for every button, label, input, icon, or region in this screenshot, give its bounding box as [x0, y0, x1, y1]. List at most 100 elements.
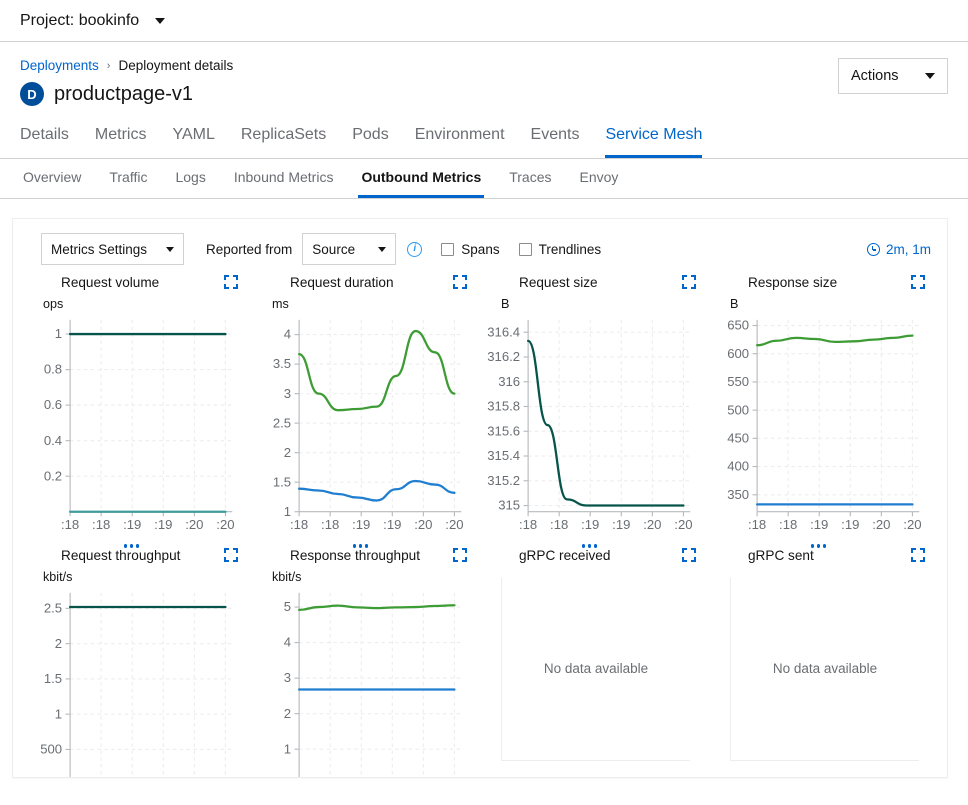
x-tick-label: :20	[414, 517, 432, 532]
y-tick-label: 2.5	[273, 415, 291, 430]
y-tick-label: 0.6	[44, 397, 62, 412]
chart-panel: Response throughputkbit/s12345:18:18:19:…	[252, 548, 481, 778]
y-tick-label: 315.6	[487, 423, 520, 438]
subtab-traffic[interactable]: Traffic	[106, 159, 150, 198]
chart-plot[interactable]: 50011.522.5:18:18:19:19:20:20	[29, 586, 246, 778]
chart-title: Response size	[748, 275, 837, 290]
chart-panel: Request durationms11.522.533.54:18:18:19…	[252, 275, 481, 548]
y-tick-label: 500	[727, 402, 749, 417]
x-tick-label: :20	[674, 517, 692, 532]
tab-yaml[interactable]: YAML	[172, 120, 214, 158]
spans-checkbox-box[interactable]	[441, 243, 454, 256]
subtab-overview[interactable]: Overview	[20, 159, 84, 198]
chart-plot[interactable]: 11.522.533.54:18:18:19:19:20:20	[258, 313, 475, 541]
y-tick-label: 315.2	[487, 473, 520, 488]
x-tick-label: :20	[445, 517, 463, 532]
expand-icon[interactable]	[224, 275, 238, 289]
y-tick-label: 2	[284, 706, 291, 721]
chart-title: Request size	[519, 275, 598, 290]
y-tick-label: 1	[55, 706, 62, 721]
chart-header: Response throughput	[258, 548, 475, 570]
x-tick-label: :19	[612, 517, 630, 532]
chart-header: Request duration	[258, 275, 475, 297]
expand-icon[interactable]	[682, 275, 696, 289]
no-data-placeholder: No data available	[501, 578, 690, 761]
tab-events[interactable]: Events	[531, 120, 580, 158]
actions-button[interactable]: Actions	[838, 58, 948, 94]
chart-panel: Request volumeops0.20.40.60.81:18:18:19:…	[23, 275, 252, 548]
info-circle-icon[interactable]: i	[407, 242, 422, 257]
x-tick-label: :18	[779, 517, 797, 532]
tab-pods[interactable]: Pods	[352, 120, 388, 158]
tab-replicasets[interactable]: ReplicaSets	[241, 120, 326, 158]
no-data-text: No data available	[544, 661, 648, 676]
reported-from-label: Reported from	[206, 242, 292, 257]
x-tick-label: :20	[185, 517, 203, 532]
x-tick-label: :20	[216, 517, 234, 532]
trendlines-checkbox-label: Trendlines	[539, 242, 602, 257]
x-tick-label: :18	[550, 517, 568, 532]
y-tick-label: 2	[55, 636, 62, 651]
no-data-placeholder: No data available	[730, 578, 919, 761]
time-range-selector[interactable]: 2m, 1m	[867, 242, 931, 257]
subtab-envoy[interactable]: Envoy	[577, 159, 622, 198]
project-selector-label[interactable]: Project: bookinfo	[20, 12, 139, 30]
chart-panel: Response sizeB350400450500550600650:18:1…	[710, 275, 939, 548]
time-range-label: 2m, 1m	[886, 242, 931, 257]
subtab-logs[interactable]: Logs	[172, 159, 208, 198]
y-tick-label: 2.5	[44, 600, 62, 615]
page-title: productpage-v1	[54, 83, 193, 106]
x-tick-label: :20	[643, 517, 661, 532]
spans-checkbox[interactable]: Spans	[441, 242, 499, 257]
chevron-down-icon[interactable]	[155, 18, 165, 24]
chart-header: Request volume	[29, 275, 246, 297]
chart-plot[interactable]: 350400450500550600650:18:18:19:19:20:20	[716, 313, 933, 541]
y-tick-label: 3	[284, 670, 291, 685]
x-tick-label: :18	[519, 517, 537, 532]
expand-icon[interactable]	[911, 548, 925, 562]
y-tick-label: 0.4	[44, 433, 62, 448]
reported-from-dropdown[interactable]: Source	[302, 233, 396, 265]
metrics-settings-dropdown[interactable]: Metrics Settings	[41, 233, 184, 265]
breadcrumb: Deployments › Deployment details	[20, 58, 948, 73]
chart-unit-label: kbit/s	[29, 570, 246, 586]
chart-panel: Request sizeB315315.2315.4315.6315.83163…	[481, 275, 710, 548]
y-tick-label: 1	[55, 326, 62, 341]
chart-plot[interactable]: 315315.2315.4315.6315.8316316.2316.4:18:…	[487, 313, 704, 541]
breadcrumb-deployments-link[interactable]: Deployments	[20, 58, 99, 73]
tab-service-mesh[interactable]: Service Mesh	[605, 120, 702, 158]
expand-icon[interactable]	[682, 548, 696, 562]
trendlines-checkbox-box[interactable]	[519, 243, 532, 256]
expand-icon[interactable]	[224, 548, 238, 562]
y-tick-label: 550	[727, 374, 749, 389]
chart-header: Response size	[716, 275, 933, 297]
page-header: Deployments › Deployment details D produ…	[0, 42, 968, 106]
expand-icon[interactable]	[453, 548, 467, 562]
x-tick-label: :19	[581, 517, 599, 532]
chart-plot[interactable]: 12345:18:18:19:19:20:20	[258, 586, 475, 778]
deployment-kind-badge: D	[20, 82, 44, 106]
chart-unit-label: B	[716, 297, 933, 313]
expand-icon[interactable]	[911, 275, 925, 289]
breadcrumb-separator-icon: ›	[107, 60, 111, 72]
y-tick-label: 0.8	[44, 362, 62, 377]
trendlines-checkbox[interactable]: Trendlines	[519, 242, 602, 257]
tab-environment[interactable]: Environment	[415, 120, 505, 158]
chart-plot[interactable]: 0.20.40.60.81:18:18:19:19:20:20	[29, 313, 246, 541]
chart-unit-label: kbit/s	[258, 570, 475, 586]
x-tick-label: :18	[61, 517, 79, 532]
tab-metrics[interactable]: Metrics	[95, 120, 147, 158]
y-tick-label: 5	[284, 599, 291, 614]
subtab-traces[interactable]: Traces	[506, 159, 554, 198]
y-tick-label: 500	[40, 741, 62, 756]
y-tick-label: 3	[284, 386, 291, 401]
subtab-inbound-metrics[interactable]: Inbound Metrics	[231, 159, 337, 198]
reported-from-value: Source	[312, 242, 355, 257]
y-tick-label: 4	[284, 635, 291, 650]
chart-title: Request duration	[290, 275, 394, 290]
expand-icon[interactable]	[453, 275, 467, 289]
y-tick-label: 316	[498, 374, 520, 389]
chevron-down-icon	[378, 247, 386, 252]
tab-details[interactable]: Details	[20, 120, 69, 158]
subtab-outbound-metrics[interactable]: Outbound Metrics	[358, 159, 484, 198]
